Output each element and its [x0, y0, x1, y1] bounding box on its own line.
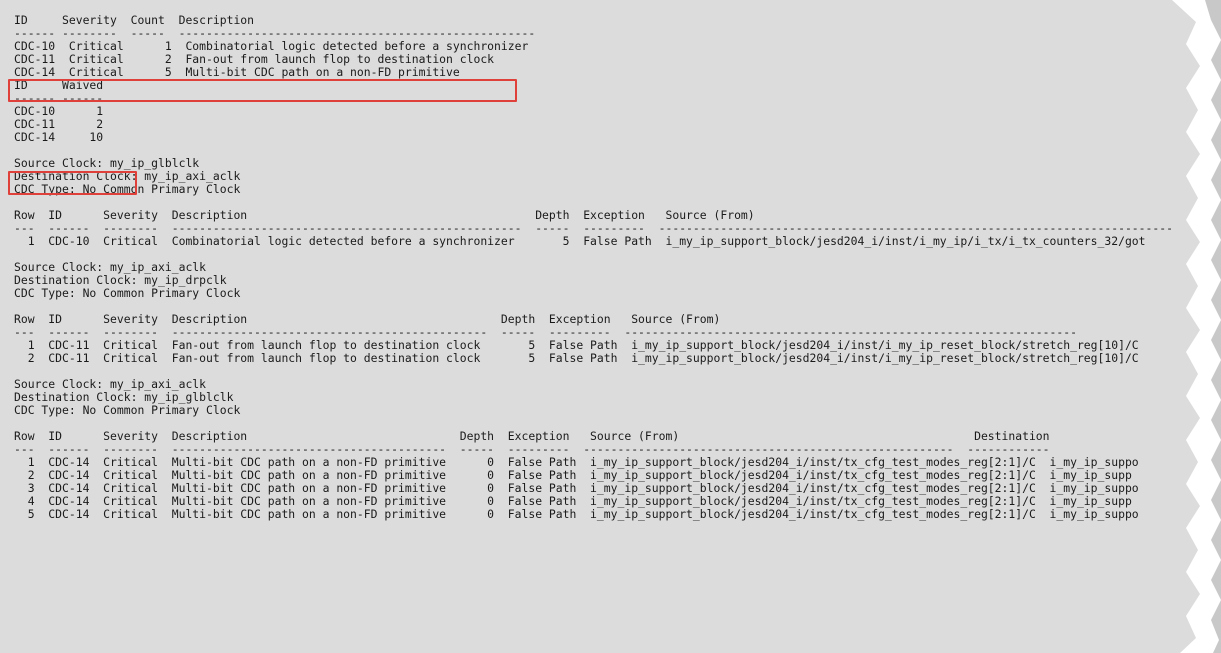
waived-separator: ------ ------	[14, 91, 104, 105]
waived-row-cdc-14: CDC-14 10	[14, 130, 104, 144]
section3-table-row: 5 CDC-14 Critical Multi-bit CDC path on …	[14, 507, 1139, 521]
section1-cdc-type: CDC Type: No Common Primary Clock	[14, 182, 241, 196]
section2-cdc-type: CDC Type: No Common Primary Clock	[14, 286, 241, 300]
report-text: ID Severity Count Description ------ ----…	[14, 14, 1173, 521]
section3-cdc-type: CDC Type: No Common Primary Clock	[14, 403, 241, 417]
terminal-report-panel: ID Severity Count Description ------ ----…	[0, 0, 1200, 653]
summary-row-cdc-14: CDC-14 Critical 5 Multi-bit CDC path on …	[14, 65, 460, 79]
waived-row-cdc-11: CDC-11 2	[14, 117, 104, 131]
torn-edge-decoration	[1205, 0, 1221, 653]
section1-table-row: 1 CDC-10 Critical Combinatorial logic de…	[14, 234, 1146, 248]
waived-header: ID Waived	[14, 78, 104, 92]
waived-row-cdc-10: CDC-10 1	[14, 104, 104, 118]
section2-table-row: 2 CDC-11 Critical Fan-out from launch fl…	[14, 351, 1139, 365]
